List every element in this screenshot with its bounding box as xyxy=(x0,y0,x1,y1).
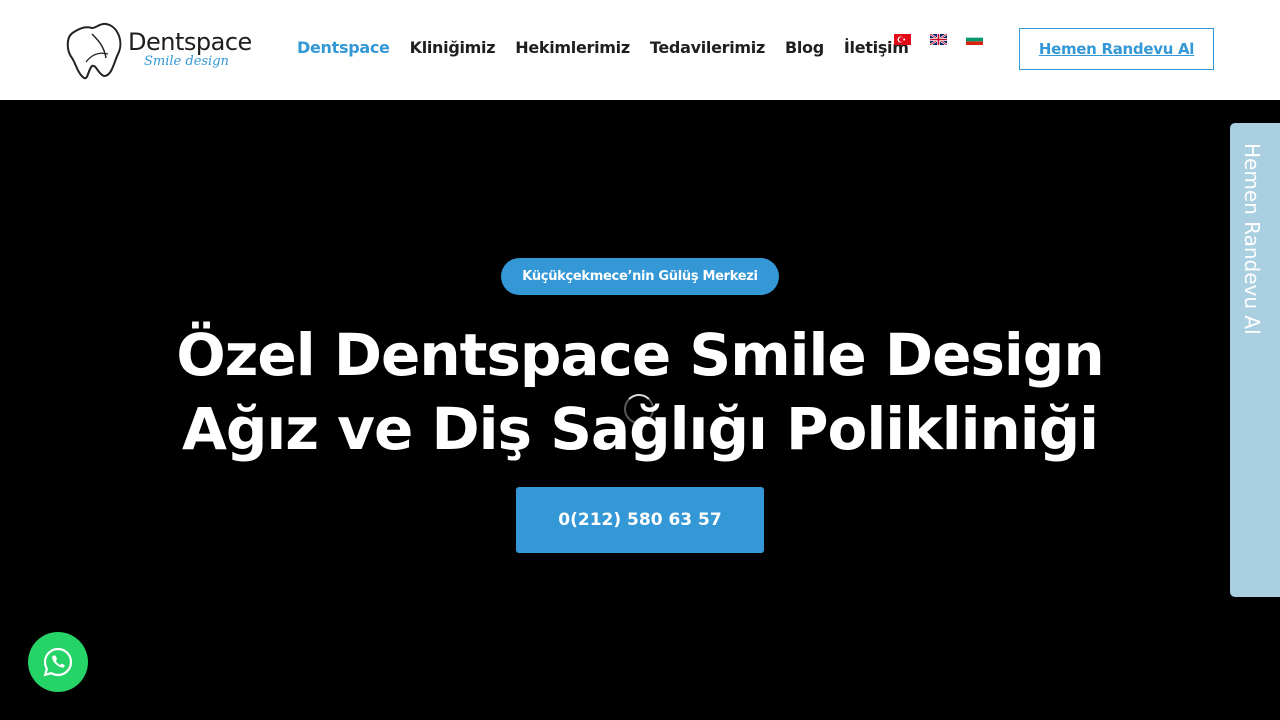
hero-title-line1: Özel Dentspace Smile Design xyxy=(176,321,1104,389)
language-switcher xyxy=(894,34,983,45)
whatsapp-icon xyxy=(43,647,73,677)
dentspace-logo[interactable]: Dentspace Smile design xyxy=(62,18,252,82)
tr-flag-icon[interactable] xyxy=(894,34,911,45)
side-tab-label: Hemen Randevu Al xyxy=(1240,143,1264,335)
bg-flag-icon[interactable] xyxy=(966,34,983,45)
nav-item-blog[interactable]: Blog xyxy=(785,38,824,57)
nav-item-klinigimiz[interactable]: Kliniğimiz xyxy=(410,38,496,57)
nav-item-tedavilerimiz[interactable]: Tedavilerimiz xyxy=(650,38,765,57)
nav-item-dentspace[interactable]: Dentspace xyxy=(297,38,390,57)
hero-badge: Küçükçekmece’nin Gülüş Merkezi xyxy=(501,258,779,295)
brand-tagline: Smile design xyxy=(144,54,229,69)
brand-name: Dentspace xyxy=(128,28,252,56)
main-nav: Dentspace Kliniğimiz Hekimlerimiz Tedavi… xyxy=(297,38,929,57)
phone-call-button[interactable]: 0(212) 580 63 57 xyxy=(516,487,764,553)
loading-spinner-icon xyxy=(624,394,654,424)
nav-item-hekimlerimiz[interactable]: Hekimlerimiz xyxy=(515,38,630,57)
hero-title: Özel Dentspace Smile Design Ağız ve Diş … xyxy=(0,318,1280,466)
tooth-logo-icon xyxy=(66,22,122,80)
hero-section: Küçükçekmece’nin Gülüş Merkezi Özel Dent… xyxy=(0,100,1280,720)
side-appointment-tab[interactable]: Hemen Randevu Al xyxy=(1230,123,1280,597)
site-header: Dentspace Smile design Dentspace Kliniği… xyxy=(0,0,1280,100)
gb-flag-icon[interactable] xyxy=(930,34,947,45)
book-appointment-button[interactable]: Hemen Randevu Al xyxy=(1019,28,1214,70)
whatsapp-button[interactable] xyxy=(28,632,88,692)
